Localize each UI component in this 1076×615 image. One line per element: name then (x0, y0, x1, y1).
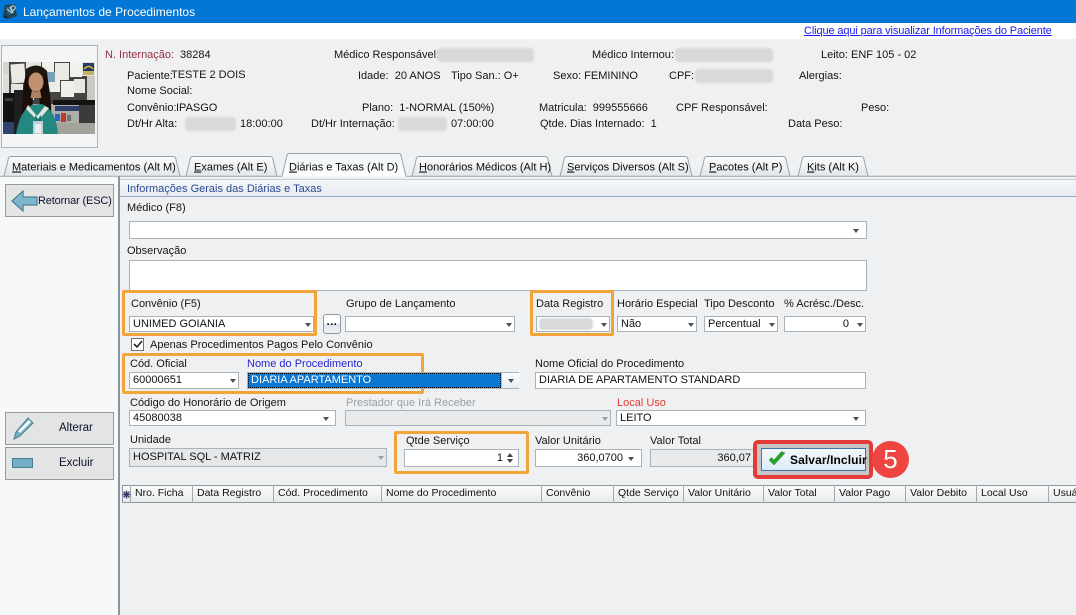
svg-text:Pacotes (Alt P): Pacotes (Alt P) (709, 162, 782, 174)
svg-text:Honorários Médicos (Alt H): Honorários Médicos (Alt H) (419, 162, 551, 174)
svg-text:Materiais e Medicamentos (Alt: Materiais e Medicamentos (Alt M) (12, 162, 176, 174)
svg-text:Kits (Alt K): Kits (Alt K) (807, 162, 859, 174)
svg-text:Diárias e Taxas (Alt D): Diárias e Taxas (Alt D) (289, 162, 398, 174)
svg-text:Serviços Diversos (Alt S): Serviços Diversos (Alt S) (567, 162, 689, 174)
svg-text:Exames (Alt E): Exames (Alt E) (194, 162, 267, 174)
